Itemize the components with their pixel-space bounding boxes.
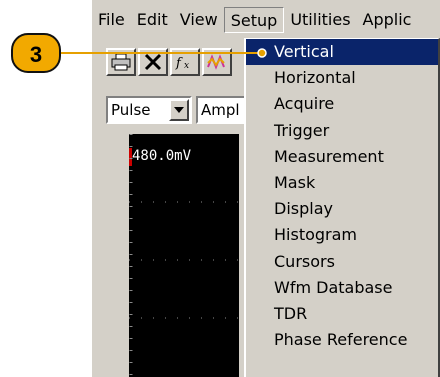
dropdown-arrow-button[interactable] [169, 99, 189, 121]
menu-bar: File Edit View Setup Utilities Applic [92, 6, 440, 34]
setup-menu: Vertical Horizontal Acquire Trigger Meas… [244, 38, 440, 377]
callout-badge [11, 33, 61, 73]
waveform-button[interactable] [202, 48, 232, 76]
menu-item-horizontal[interactable]: Horizontal [246, 65, 438, 91]
svg-text:x: x [184, 61, 189, 71]
callout-number: 3 [30, 42, 42, 67]
scope-display[interactable]: 480.0mV [129, 134, 239, 377]
menu-setup[interactable]: Setup [223, 7, 285, 33]
menu-edit[interactable]: Edit [131, 7, 174, 33]
toolbar: f x [106, 48, 232, 78]
menu-view[interactable]: View [174, 7, 224, 33]
svg-text:f: f [175, 56, 183, 71]
math-function-button[interactable]: f x [170, 48, 200, 76]
parameter-select-value: Ampl [201, 101, 240, 119]
waveform-icon [207, 54, 225, 70]
fx-icon: f x [175, 56, 189, 71]
menu-item-acquire[interactable]: Acquire [246, 91, 438, 117]
control-row: Pulse Ampl [106, 96, 256, 124]
printer-icon [111, 53, 131, 71]
menu-item-tdr[interactable]: TDR [246, 301, 438, 327]
menu-item-trigger[interactable]: Trigger [246, 118, 438, 144]
menu-applications[interactable]: Applic [357, 7, 418, 33]
menu-utilities[interactable]: Utilities [284, 7, 356, 33]
menu-item-mask[interactable]: Mask [246, 170, 438, 196]
waveform-select-value: Pulse [111, 101, 151, 119]
menu-file[interactable]: File [92, 7, 131, 33]
tools-button[interactable] [138, 48, 168, 76]
waveform-select[interactable]: Pulse [106, 96, 192, 124]
print-button[interactable] [106, 48, 136, 76]
menu-item-wfm-database[interactable]: Wfm Database [246, 275, 438, 301]
menu-item-cursors[interactable]: Cursors [246, 249, 438, 275]
menu-item-display[interactable]: Display [246, 196, 438, 222]
menu-item-vertical[interactable]: Vertical [246, 39, 438, 66]
chevron-down-icon [174, 107, 184, 113]
menu-item-histogram[interactable]: Histogram [246, 222, 438, 248]
tools-icon [144, 53, 162, 71]
menu-item-phase-reference[interactable]: Phase Reference [246, 327, 438, 353]
graticule [129, 134, 239, 377]
menu-item-measurement[interactable]: Measurement [246, 144, 438, 170]
